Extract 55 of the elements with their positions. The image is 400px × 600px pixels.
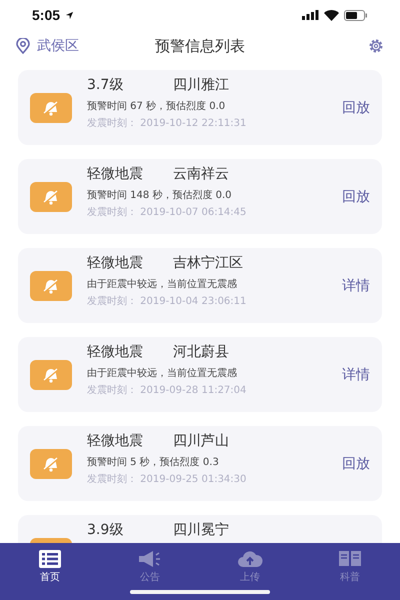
tab-item[interactable]: 首页 [0, 543, 100, 600]
action-link[interactable]: 详情 [342, 276, 370, 294]
place-label: 四川芦山 [173, 432, 229, 450]
action-link[interactable]: 回放 [342, 98, 370, 116]
place-label: 四川冕宁 [173, 521, 229, 539]
muted-bell-icon [30, 360, 72, 390]
quake-time: 发震时刻： 2019-10-07 06:14:45 [87, 206, 246, 219]
place-label: 云南祥云 [173, 165, 229, 183]
magnitude-label: 3.7级 [87, 76, 124, 94]
page-title: 预警信息列表 [154, 36, 246, 56]
quake-time: 发震时刻： 2019-09-28 11:27:04 [87, 384, 246, 397]
alert-card[interactable]: 3.9级 四川冕宁 [18, 515, 382, 543]
muted-bell-icon [30, 448, 72, 478]
alert-card[interactable]: 轻微地震 云南祥云 预警时间 148 秒，预估烈度 0.0 发震时刻： 2019-10-07 06:14:45 回放 [18, 159, 382, 234]
place-label: 吉林宁江区 [173, 254, 243, 272]
alert-card[interactable]: 轻微地震 河北蔚县 由于距震中较远，当前位置无震感 发震时刻： 2019-09-28 11:27:04 详情 [18, 337, 382, 412]
place-label: 四川雅江 [173, 76, 229, 94]
signal-icon [302, 10, 319, 20]
tab-item[interactable]: 上传 [200, 543, 300, 600]
place-label: 河北蔚县 [173, 343, 229, 361]
book-icon [338, 550, 362, 568]
magnitude-label: 轻微地震 [87, 165, 144, 183]
quake-time: 发震时刻： 2019-10-12 22:11:31 [87, 116, 246, 130]
wifi-icon [324, 10, 339, 20]
alert-detail: 由于距震中较远，当前位置无震感 [87, 366, 237, 380]
alert-detail: 预警时间 67 秒，预估烈度 0.0 [87, 100, 226, 113]
tab-item[interactable]: 公告 [100, 543, 200, 600]
action-link[interactable]: 回放 [342, 454, 370, 472]
magnitude-label: 轻微地震 [87, 432, 144, 450]
alert-detail: 预警时间 148 秒，预估烈度 0.0 [87, 188, 232, 202]
muted-bell-icon [30, 182, 72, 212]
alert-card[interactable]: 轻微地震 四川芦山 预警时间 5 秒，预估烈度 0.3 发震时刻： 2019-09-25 01:34:30 回放 [18, 426, 382, 501]
magnitude-label: 3.9级 [87, 521, 124, 539]
quake-time: 发震时刻： 2019-09-25 01:34:30 [87, 472, 246, 486]
action-link[interactable]: 回放 [342, 188, 370, 206]
quake-time: 发震时刻： 2019-10-04 23:06:11 [87, 294, 246, 308]
location-pin-icon[interactable] [16, 38, 30, 54]
settings-icon[interactable] [368, 38, 384, 54]
muted-bell-icon [30, 270, 72, 300]
magnitude-label: 轻微地震 [87, 254, 144, 272]
location-link[interactable]: 武侯区 [37, 37, 79, 55]
magnitude-label: 轻微地震 [87, 343, 144, 361]
muted-bell-icon [30, 92, 72, 122]
action-link[interactable]: 详情 [342, 366, 370, 384]
alert-detail: 预警时间 5 秒，预估烈度 0.3 [87, 456, 219, 469]
status-time: 5:05 [32, 7, 60, 23]
battery-icon [344, 10, 368, 20]
location-arrow-icon [65, 10, 74, 20]
cloud-upload-icon [237, 550, 263, 568]
alert-detail: 由于距震中较远，当前位置无震感 [87, 278, 237, 291]
tab-item[interactable]: 科普 [300, 543, 400, 600]
list-icon [39, 550, 61, 568]
alert-card[interactable]: 3.7级 四川雅江 预警时间 67 秒，预估烈度 0.0 发震时刻： 2019-10-12 22:11:31 回放 [18, 70, 382, 145]
megaphone-icon [138, 550, 162, 568]
alert-card[interactable]: 轻微地震 吉林宁江区 由于距震中较远，当前位置无震感 发震时刻： 2019-10-04 23:06:11 详情 [18, 248, 382, 323]
